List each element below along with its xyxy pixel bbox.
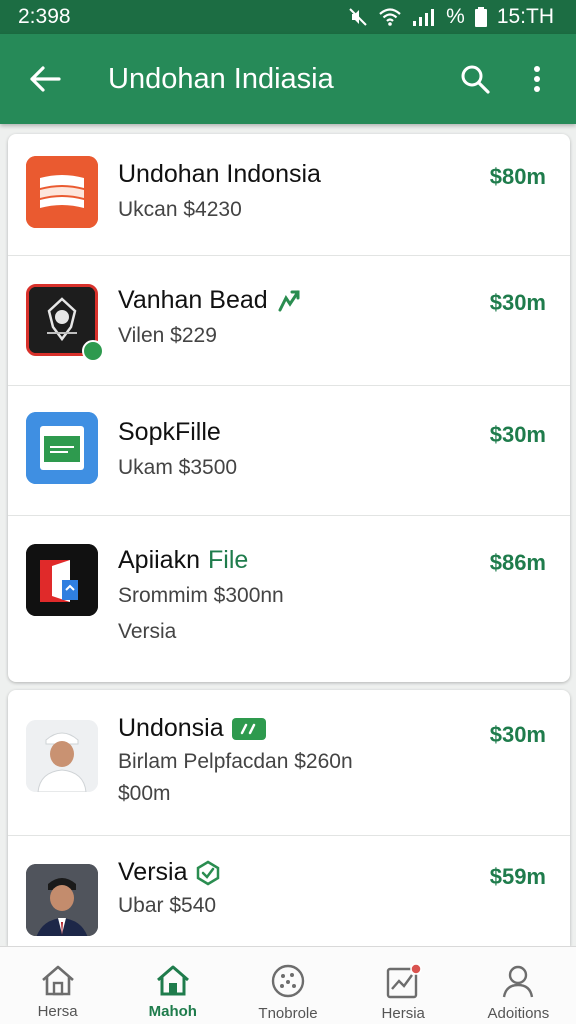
app-bar: Undohan Indiasia — [0, 34, 576, 124]
list-item[interactable]: Undohan Indonsia Ukcan $4230 $80m — [8, 134, 570, 256]
list-item[interactable]: Undonsia Birlam Pelpfacdan $260n $00m $3… — [8, 690, 570, 836]
status-icons: % 15:TH — [348, 5, 554, 29]
status-bar: 2:398 % 15:TH — [0, 0, 576, 34]
online-status-dot — [82, 340, 104, 362]
nav-item-hersia[interactable]: Hersia — [346, 947, 461, 1024]
nav-label: Tnobrole — [258, 1005, 318, 1022]
status-time-left: 2:398 — [18, 5, 71, 28]
page-title: Undohan Indiasia — [108, 62, 334, 95]
house-icon — [156, 965, 189, 996]
list-item[interactable]: SopkFille Ukam $3500 $30m — [8, 386, 570, 516]
item-title: Undonsia — [118, 714, 266, 743]
more-options-button[interactable] — [506, 34, 568, 124]
wifi-icon — [379, 8, 401, 26]
avatar — [26, 864, 98, 936]
battery-percent: % — [446, 5, 465, 28]
signal-icon — [413, 9, 435, 26]
chart-badge-icon — [387, 963, 422, 999]
back-arrow-icon — [30, 66, 61, 92]
people-list-card: Undonsia Birlam Pelpfacdan $260n $00m $3… — [8, 690, 570, 946]
item-subtitle: Ukcan $4230 — [118, 198, 242, 221]
verified-badge-icon — [278, 290, 300, 311]
nav-label: Adoitions — [487, 1005, 550, 1022]
dots-circle-icon — [271, 964, 305, 998]
item-title: SopkFille — [118, 418, 221, 446]
verified-badge-icon — [197, 860, 220, 885]
item-price: $30m — [489, 722, 546, 747]
search-button[interactable] — [444, 34, 506, 124]
nav-item-hersa[interactable]: Hersa — [0, 947, 115, 1024]
person-icon — [503, 965, 534, 998]
house-icon — [41, 965, 74, 996]
app-icon — [26, 544, 98, 616]
tag-badge-icon — [231, 717, 266, 740]
item-subtitle: Srommim $300nn — [118, 584, 284, 607]
nav-label: Hersia — [381, 1005, 425, 1022]
item-title: Versia — [118, 858, 221, 887]
avatar — [26, 720, 98, 792]
item-title: Vanhan Bead — [118, 286, 302, 315]
battery-icon — [474, 7, 487, 27]
list-item[interactable]: Versia Ubar $540 $59m — [8, 836, 570, 946]
mute-icon — [349, 8, 367, 26]
item-price: $59m — [489, 864, 546, 889]
back-button[interactable] — [0, 34, 90, 124]
item-subtitle: Birlam Pelpfacdan $260n — [118, 750, 353, 773]
item-price: $30m — [489, 290, 546, 315]
item-title-highlight: File — [208, 546, 249, 574]
item-subtitle: Vilen $229 — [118, 324, 217, 347]
search-icon — [461, 65, 490, 94]
bottom-navigation: Hersa Mahoh Tnobrole Hersia Adoitions — [0, 946, 576, 1024]
nav-label: Hersa — [37, 1003, 78, 1020]
item-price: $86m — [489, 550, 546, 575]
nav-item-tnobrole[interactable]: Tnobrole — [230, 947, 345, 1024]
item-subtitle: Ukam $3500 — [118, 456, 238, 479]
nav-item-adoitions[interactable]: Adoitions — [461, 947, 576, 1024]
item-subtitle-secondary: Versia — [118, 620, 177, 643]
app-list-card: Undohan Indonsia Ukcan $4230 $80m Vanhan… — [8, 134, 570, 682]
item-subtitle: Ubar $540 — [118, 894, 217, 917]
item-price: $80m — [489, 164, 546, 189]
list-item[interactable]: Vanhan Bead Vilen $229 $30m — [8, 256, 570, 386]
nav-item-mahoh[interactable]: Mahoh — [115, 947, 230, 1024]
item-title: Undohan Indonsia — [118, 160, 321, 188]
app-icon — [26, 412, 98, 484]
list-item[interactable]: Apiiakn File Srommim $300nn Versia $86m — [8, 516, 570, 682]
nav-label: Mahoh — [148, 1003, 197, 1020]
status-time-right: 15:TH — [496, 5, 554, 28]
item-price: $30m — [489, 422, 546, 447]
more-vert-icon — [534, 66, 540, 92]
item-title: Apiiakn File — [118, 546, 249, 574]
item-subtitle-secondary: $00m — [118, 782, 171, 805]
app-icon — [26, 156, 98, 228]
